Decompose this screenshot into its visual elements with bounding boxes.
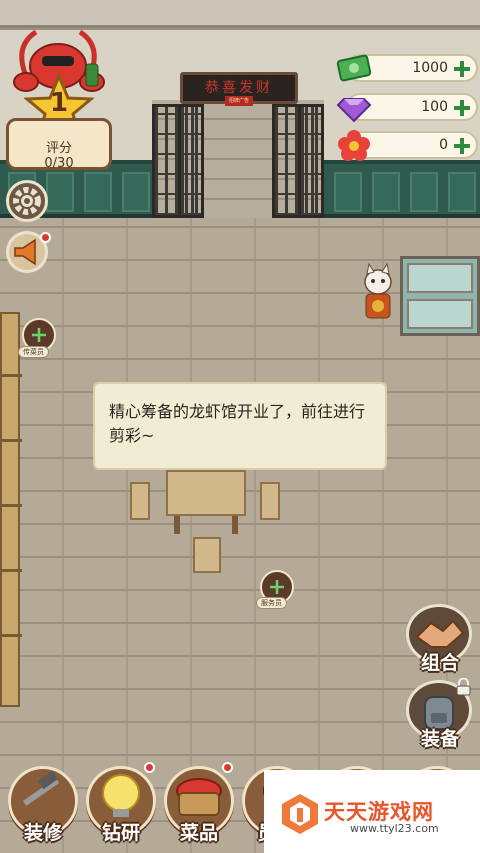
cash-icon	[336, 50, 372, 84]
station-runner-label: 传菜员	[18, 346, 49, 358]
lightbulb-icon	[102, 774, 140, 817]
diamond-icon	[336, 89, 372, 123]
flower-icon	[336, 128, 372, 162]
table-leg	[232, 516, 238, 534]
station-waiter-label: 服务员	[256, 597, 287, 609]
dining-table[interactable]	[166, 470, 246, 516]
rating-panel[interactable]: 评分 0/30	[6, 118, 112, 171]
story-dialog[interactable]: 精心筹备的龙虾馆开业了，前往进行剪彩~	[93, 382, 387, 470]
announcement-badge	[40, 232, 51, 243]
rating-label: 评分	[45, 141, 72, 156]
site-watermark: 天天游戏网 www.ttyl23.com	[264, 770, 480, 853]
gear-icon	[13, 187, 41, 215]
crayfish-basket-icon	[176, 778, 222, 816]
settings-button[interactable]	[6, 180, 48, 222]
display-case[interactable]	[400, 256, 480, 336]
diamond-amount: 100	[421, 99, 448, 115]
wall-shelf	[0, 312, 22, 707]
equipment-label: 装备	[420, 728, 459, 750]
watermark-url: www.ttyl23.com	[350, 822, 439, 835]
cash-amount: 1000	[412, 60, 448, 76]
menu-research-label: 钻研	[101, 822, 140, 844]
dialog-text: 精心筹备的龙虾馆开业了，前往进行剪彩~	[109, 402, 366, 445]
add-flower-icon[interactable]	[452, 136, 472, 156]
hammer-wrench-icon	[22, 770, 60, 806]
dishes-badge	[222, 762, 233, 773]
player-level: 1	[49, 88, 69, 118]
lock-icon	[455, 677, 472, 696]
stool-front[interactable]	[193, 537, 221, 573]
stool-right[interactable]	[260, 482, 280, 520]
add-diamond-icon[interactable]	[452, 98, 472, 118]
left-gate-inner	[178, 104, 204, 218]
right-gate-inner	[298, 104, 324, 218]
menu-dishes-label: 菜品	[179, 822, 218, 844]
shop-sign-sub: 招牌广告	[225, 96, 253, 106]
ceiling-trim	[0, 0, 480, 28]
flower-amount: 0	[439, 137, 448, 153]
research-badge	[144, 762, 155, 773]
lucky-cat-icon[interactable]	[360, 262, 396, 322]
menu-decorate-label: 装修	[23, 822, 62, 844]
combo-label: 组合	[420, 652, 459, 674]
stool-left[interactable]	[130, 482, 150, 520]
table-leg	[174, 516, 180, 534]
rating-value: 0/30	[44, 156, 74, 171]
watermark-logo-icon	[282, 794, 318, 834]
add-cash-icon[interactable]	[452, 59, 472, 79]
